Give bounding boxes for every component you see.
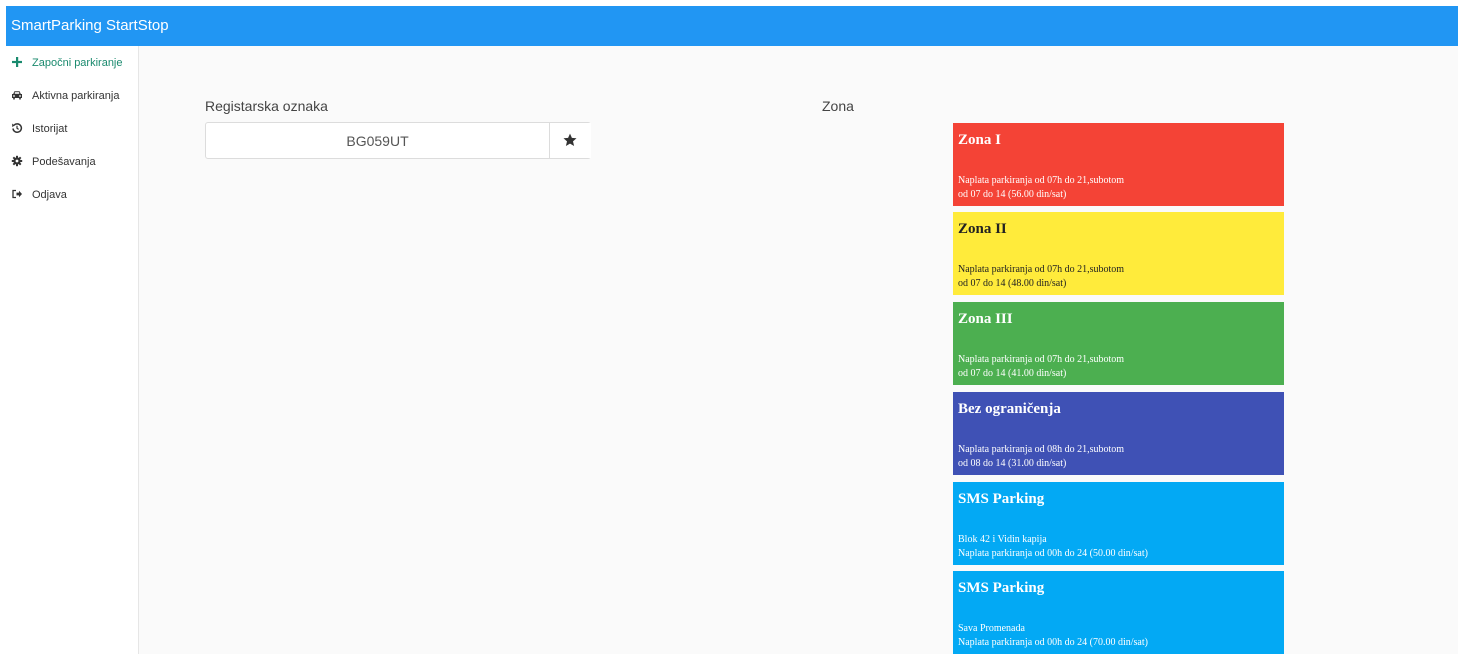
sidebar-item-label: Odjava [32,189,67,201]
sidebar-item-history[interactable]: Istorijat [6,118,138,142]
sidebar-item-label: Aktivna parkiranja [32,90,120,102]
zone-card[interactable]: Zona II Naplata parkiranja od 07h do 21,… [953,212,1284,295]
sign-out-icon [11,188,23,200]
registration-input[interactable] [206,123,549,158]
zone-description: Sava Promenada Naplata parkiranja od 00h… [958,623,1148,648]
zone-card[interactable]: Bez ograničenja Naplata parkiranja od 08… [953,392,1284,475]
app-header: SmartParking StartStop [6,6,1458,46]
plus-icon [11,56,23,68]
sidebar-item-label: Podešavanja [32,156,96,168]
main-content: Registarska oznaka Zona Zona I Naplata p… [139,46,1458,654]
zone-name: Zona II [958,221,1007,237]
zone-name: Bez ograničenja [958,401,1061,417]
registration-input-group [205,122,591,159]
zone-card[interactable]: SMS Parking Blok 42 i Vidin kapija Napla… [953,482,1284,565]
zone-card[interactable]: Zona III Naplata parkiranja od 07h do 21… [953,302,1284,385]
zone-label: Zona [822,98,854,114]
zone-description: Naplata parkiranja od 07h do 21,subotom … [958,175,1125,200]
sidebar-item-label: Istorijat [32,123,68,135]
zone-description: Blok 42 i Vidin kapija Naplata parkiranj… [958,534,1148,559]
zone-card[interactable]: SMS Parking Sava Promenada Naplata parki… [953,571,1284,654]
zone-name: SMS Parking [958,580,1045,596]
star-icon [563,133,577,146]
history-icon [11,122,23,134]
zone-name: Zona I [958,132,1001,148]
sidebar-item-label: Započni parkiranje [32,57,123,69]
sidebar: Započni parkiranje Aktivna parkiranja Is… [6,46,139,654]
sidebar-item-settings[interactable]: Podešavanja [6,151,138,175]
app-title[interactable]: SmartParking StartStop [11,17,169,34]
zone-card[interactable]: Zona I Naplata parkiranja od 07h do 21,s… [953,123,1284,206]
zone-description: Naplata parkiranja od 07h do 21,subotom … [958,264,1125,289]
gear-icon [11,155,23,167]
sidebar-item-active-parkings[interactable]: Aktivna parkiranja [6,85,138,109]
registration-label: Registarska oznaka [205,98,328,114]
zone-name: Zona III [958,311,1013,327]
sidebar-item-logout[interactable]: Odjava [6,184,138,208]
zone-name: SMS Parking [958,491,1045,507]
zone-description: Naplata parkiranja od 08h do 21,subotom … [958,444,1125,469]
sidebar-item-start-parking[interactable]: Započni parkiranje [6,52,138,76]
car-icon [11,89,23,101]
zone-description: Naplata parkiranja od 07h do 21,subotom … [958,354,1125,379]
favorite-button[interactable] [549,123,591,158]
